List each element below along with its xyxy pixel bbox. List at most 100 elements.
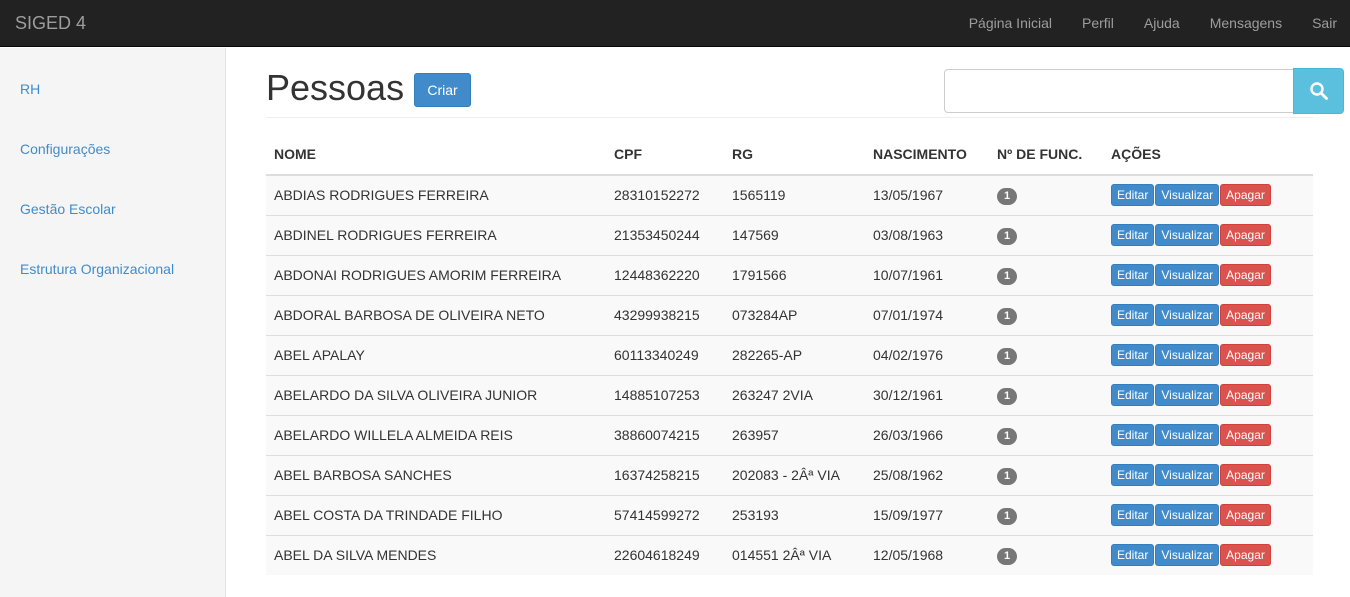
delete-button[interactable]: Apagar xyxy=(1220,264,1271,286)
main-content: Pessoas Criar NOME CPF RG NASCIMENTO Nº … xyxy=(226,48,1350,597)
edit-button[interactable]: Editar xyxy=(1111,544,1155,567)
cell-rg: 263957 xyxy=(724,414,865,455)
edit-button[interactable]: Editar xyxy=(1111,264,1155,286)
delete-button[interactable]: Apagar xyxy=(1220,424,1271,446)
view-button[interactable]: Visualizar xyxy=(1155,504,1220,526)
top-navbar: SIGED 4 Página Inicial Perfil Ajuda Mens… xyxy=(0,0,1350,47)
nav-links: Página Inicial Perfil Ajuda Mensagens Sa… xyxy=(939,0,1350,47)
nav-profile[interactable]: Perfil xyxy=(1082,0,1114,47)
search-icon xyxy=(1310,82,1328,100)
header-nascimento[interactable]: NASCIMENTO xyxy=(865,134,989,176)
view-button[interactable]: Visualizar xyxy=(1155,464,1220,486)
header-rg[interactable]: RG xyxy=(724,134,865,176)
edit-button[interactable]: Editar xyxy=(1111,304,1155,326)
cell-acoes: Editar Visualizar Apagar xyxy=(1103,334,1313,375)
create-button[interactable]: Criar xyxy=(414,73,471,107)
cell-acoes: Editar Visualizar Apagar xyxy=(1103,414,1313,455)
title-divider xyxy=(266,117,1313,118)
view-button[interactable]: Visualizar xyxy=(1155,424,1220,446)
sidebar-item-gestao-escolar[interactable]: Gestão Escolar xyxy=(20,201,116,217)
nav-help[interactable]: Ajuda xyxy=(1144,0,1180,47)
table-row: ABEL DA SILVA MENDES 22604618249 014551 2Â… xyxy=(266,534,1313,575)
cell-rg: 1565119 xyxy=(724,174,865,215)
brand-link[interactable]: SIGED 4 xyxy=(15,13,86,34)
cell-rg: 253193 xyxy=(724,494,865,535)
table-header-row: NOME CPF RG NASCIMENTO Nº DE FUNC. AÇÕES xyxy=(266,134,1313,176)
cell-acoes: Editar Visualizar Apagar xyxy=(1103,214,1313,255)
cell-nascimento: 13/05/1967 xyxy=(865,174,989,215)
edit-button[interactable]: Editar xyxy=(1111,464,1155,486)
edit-button[interactable]: Editar xyxy=(1111,224,1155,246)
table-row: ABDIAS RODRIGUES FERREIRA 28310152272 1565… xyxy=(266,174,1313,215)
delete-button[interactable]: Apagar xyxy=(1220,184,1271,207)
cell-nome: ABDIAS RODRIGUES FERREIRA xyxy=(266,174,606,215)
cell-nome: ABEL COSTA DA TRINDADE FILHO xyxy=(266,494,606,535)
cell-nome: ABELARDO DA SILVA OLIVEIRA JUNIOR xyxy=(266,374,606,415)
delete-button[interactable]: Apagar xyxy=(1220,304,1271,326)
nav-logout[interactable]: Sair xyxy=(1312,0,1337,47)
count-badge: 1 xyxy=(997,267,1017,285)
table-row: ABELARDO DA SILVA OLIVEIRA JUNIOR 1488510… xyxy=(266,374,1313,415)
edit-button[interactable]: Editar xyxy=(1111,384,1155,406)
sidebar-item-rh[interactable]: RH xyxy=(20,81,40,97)
cell-nascimento: 12/05/1968 xyxy=(865,534,989,575)
view-button[interactable]: Visualizar xyxy=(1155,224,1220,246)
cell-cpf: 28310152272 xyxy=(606,174,724,215)
search-input[interactable] xyxy=(944,69,1294,113)
cell-nascimento: 25/08/1962 xyxy=(865,454,989,495)
sidebar: RH Configurações Gestão Escolar Estrutur… xyxy=(0,48,226,597)
edit-button[interactable]: Editar xyxy=(1111,344,1155,366)
nav-messages[interactable]: Mensagens xyxy=(1210,0,1282,47)
cell-acoes: Editar Visualizar Apagar xyxy=(1103,174,1313,215)
cell-nome: ABEL APALAY xyxy=(266,334,606,375)
count-badge: 1 xyxy=(997,387,1017,405)
table-row: ABEL APALAY 60113340249 282265-AP 04/02/197… xyxy=(266,334,1313,375)
cell-cpf: 16374258215 xyxy=(606,454,724,495)
header-num-func[interactable]: Nº DE FUNC. xyxy=(989,134,1103,176)
cell-acoes: Editar Visualizar Apagar xyxy=(1103,454,1313,495)
cell-nome: ABDONAI RODRIGUES AMORIM FERREIRA xyxy=(266,254,606,295)
cell-num-func: 1 xyxy=(989,294,1103,335)
count-badge: 1 xyxy=(997,507,1017,525)
view-button[interactable]: Visualizar xyxy=(1155,304,1220,326)
delete-button[interactable]: Apagar xyxy=(1220,224,1271,246)
header-cpf[interactable]: CPF xyxy=(606,134,724,176)
delete-button[interactable]: Apagar xyxy=(1220,344,1271,366)
cell-rg: 147569 xyxy=(724,214,865,255)
table-row: ABELARDO WILLELA ALMEIDA REIS 38860074215… xyxy=(266,414,1313,455)
nav-home[interactable]: Página Inicial xyxy=(969,0,1052,47)
count-badge: 1 xyxy=(997,307,1017,325)
cell-rg: 1791566 xyxy=(724,254,865,295)
people-table: NOME CPF RG NASCIMENTO Nº DE FUNC. AÇÕES… xyxy=(266,134,1313,575)
cell-nascimento: 04/02/1976 xyxy=(865,334,989,375)
delete-button[interactable]: Apagar xyxy=(1220,384,1271,406)
edit-button[interactable]: Editar xyxy=(1111,424,1155,446)
view-button[interactable]: Visualizar xyxy=(1155,344,1220,366)
delete-button[interactable]: Apagar xyxy=(1220,464,1271,486)
cell-rg: 202083 - 2Âª VIA xyxy=(724,454,865,495)
cell-nome: ABDINEL RODRIGUES FERREIRA xyxy=(266,214,606,255)
delete-button[interactable]: Apagar xyxy=(1220,504,1271,526)
table-row: ABDONAI RODRIGUES AMORIM FERREIRA 1244836… xyxy=(266,254,1313,295)
table-row: ABEL COSTA DA TRINDADE FILHO 57414599272 2… xyxy=(266,494,1313,535)
cell-nome: ABELARDO WILLELA ALMEIDA REIS xyxy=(266,414,606,455)
edit-button[interactable]: Editar xyxy=(1111,184,1155,207)
view-button[interactable]: Visualizar xyxy=(1155,184,1220,207)
view-button[interactable]: Visualizar xyxy=(1155,544,1220,567)
cell-nascimento: 30/12/1961 xyxy=(865,374,989,415)
cell-num-func: 1 xyxy=(989,534,1103,575)
count-badge: 1 xyxy=(997,467,1017,485)
table-row: ABDORAL BARBOSA DE OLIVEIRA NETO 43299938… xyxy=(266,294,1313,335)
sidebar-item-estrutura-organizacional[interactable]: Estrutura Organizacional xyxy=(20,261,174,277)
view-button[interactable]: Visualizar xyxy=(1155,384,1220,406)
search-button[interactable] xyxy=(1293,68,1344,114)
header-nome[interactable]: NOME xyxy=(266,134,606,176)
edit-button[interactable]: Editar xyxy=(1111,504,1155,526)
sidebar-item-configuracoes[interactable]: Configurações xyxy=(20,141,110,157)
count-badge: 1 xyxy=(997,227,1017,245)
delete-button[interactable]: Apagar xyxy=(1220,544,1271,567)
cell-cpf: 21353450244 xyxy=(606,214,724,255)
cell-acoes: Editar Visualizar Apagar xyxy=(1103,494,1313,535)
view-button[interactable]: Visualizar xyxy=(1155,264,1220,286)
cell-num-func: 1 xyxy=(989,214,1103,255)
